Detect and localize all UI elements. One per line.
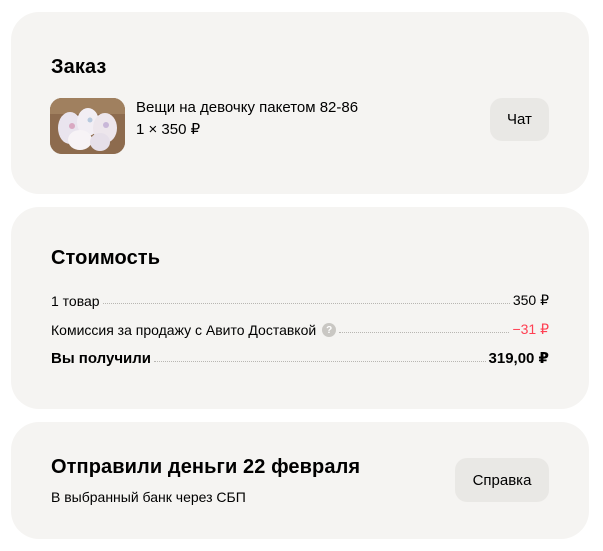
chat-button[interactable]: Чат bbox=[490, 98, 549, 141]
cost-row-label: 1 товар bbox=[51, 293, 100, 309]
payout-card: Отправили деньги 22 февраля В выбранный … bbox=[11, 422, 589, 539]
order-title: Заказ bbox=[51, 56, 107, 78]
cost-card: Стоимость 1 товар 350 ₽ Комиссия за прод… bbox=[11, 207, 589, 409]
cost-row-label-wrap: Комиссия за продажу с Авито Доставкой ? bbox=[51, 322, 337, 338]
payout-title: Отправили деньги 22 февраля bbox=[51, 456, 361, 478]
dotted-leader bbox=[154, 361, 486, 362]
dotted-leader bbox=[102, 303, 510, 304]
cost-row-total: Вы получили 319,00 ₽ bbox=[51, 347, 549, 367]
cost-row-commission: Комиссия за продажу с Авито Доставкой ? … bbox=[51, 318, 549, 338]
item-name[interactable]: Вещи на девочку пакетом 82-86 bbox=[136, 99, 358, 116]
cost-row-value: 350 ₽ bbox=[512, 292, 549, 308]
cost-row-label: Вы получили bbox=[51, 350, 152, 367]
order-card: Заказ Вещи на девочку пакетом 82-86 1 × … bbox=[11, 12, 589, 194]
help-button[interactable]: Справка bbox=[455, 458, 549, 502]
item-quantity-price: 1 × 350 ₽ bbox=[136, 121, 201, 138]
dotted-leader bbox=[339, 332, 510, 333]
item-thumbnail[interactable] bbox=[50, 98, 125, 154]
cost-row-value: 319,00 ₽ bbox=[488, 350, 549, 367]
payout-subtitle: В выбранный банк через СБП bbox=[51, 489, 246, 505]
cost-title: Стоимость bbox=[51, 247, 161, 269]
question-icon[interactable]: ? bbox=[322, 323, 337, 337]
cost-row-items: 1 товар 350 ₽ bbox=[51, 289, 549, 309]
cost-row-label: Комиссия за продажу с Авито Доставкой bbox=[51, 322, 317, 338]
cost-row-value: −31 ₽ bbox=[512, 321, 549, 337]
